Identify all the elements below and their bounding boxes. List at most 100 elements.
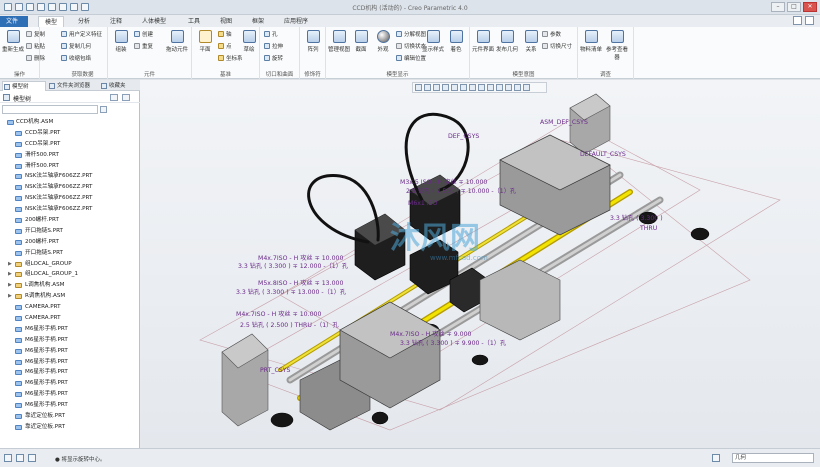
tree-item[interactable]: M6星形手柄.PRT: [0, 335, 140, 346]
point-button[interactable]: 点: [218, 42, 232, 50]
tree-item[interactable]: 200螺杆.PRT: [0, 215, 140, 226]
paste-button[interactable]: 粘贴: [26, 42, 45, 50]
tree-item[interactable]: M6星形手柄.PRT: [0, 367, 140, 378]
view-manager-icon[interactable]: [469, 84, 476, 91]
tab-framework[interactable]: 框架: [246, 16, 270, 27]
tree-item[interactable]: 开口拖链S.PRT: [0, 248, 140, 259]
section-button[interactable]: 截面: [350, 30, 372, 53]
tab-model[interactable]: 模型: [38, 16, 65, 27]
tree-item[interactable]: 靠近定位板.PRT: [0, 422, 140, 433]
perspective-icon[interactable]: [478, 84, 485, 91]
tree-root[interactable]: CCD机构.ASM: [0, 117, 140, 128]
drag-component-button[interactable]: 拖动元件: [166, 30, 188, 53]
tree-item[interactable]: ▶ L调焦机构.ASM: [0, 280, 140, 291]
component-interface-button[interactable]: 元件界面: [472, 30, 494, 53]
hole-button[interactable]: 孔: [264, 30, 278, 38]
copy-geometry-button[interactable]: 复制几何: [61, 42, 91, 50]
plane-button[interactable]: 平面: [194, 30, 216, 53]
tree-item[interactable]: M6星形手柄.PRT: [0, 346, 140, 357]
tree-search-input[interactable]: [2, 105, 98, 114]
udf-button[interactable]: 用户定义特征: [61, 30, 102, 38]
tree-item[interactable]: 开口拖链S.PRT: [0, 226, 140, 237]
tree-item[interactable]: M6星形手柄.PRT: [0, 378, 140, 389]
shrinkwrap-button[interactable]: 收缩包络: [61, 54, 91, 62]
parameters-button[interactable]: 参数: [542, 30, 561, 38]
appearance-button[interactable]: 外观: [372, 30, 394, 53]
toggle-browser-icon[interactable]: [16, 454, 24, 462]
tree-item[interactable]: NSK法兰轴承F606ZZ.PRT: [0, 182, 140, 193]
csys-button[interactable]: 坐标系: [218, 54, 243, 62]
saved-views-icon[interactable]: [460, 84, 467, 91]
shaded-button[interactable]: 着色: [445, 30, 467, 53]
tab-tools[interactable]: 工具: [182, 16, 206, 27]
copy-button[interactable]: 复制: [26, 30, 45, 38]
tree-filter-icon[interactable]: [122, 94, 130, 101]
spin-center-icon[interactable]: [505, 84, 512, 91]
expand-arrow-icon[interactable]: ▶: [8, 259, 13, 270]
datum-display-icon[interactable]: [487, 84, 494, 91]
search-icon[interactable]: [100, 106, 107, 113]
reference-viewer-button[interactable]: 参考查看器: [606, 30, 628, 61]
annotation-display-icon[interactable]: [496, 84, 503, 91]
tab-analysis[interactable]: 分析: [72, 16, 96, 27]
relations-button[interactable]: 关系: [520, 30, 542, 53]
help-icon[interactable]: [793, 16, 802, 25]
tree-item[interactable]: CCD吊架.PRT: [0, 139, 140, 150]
repeat-button[interactable]: 重复: [134, 42, 153, 50]
tree-item[interactable]: M6星形手柄.PRT: [0, 324, 140, 335]
tree-item[interactable]: NSK法兰轴承F606ZZ.PRT: [0, 193, 140, 204]
publish-geometry-button[interactable]: 发布几何: [496, 30, 518, 53]
tree-item[interactable]: ▶ R调焦机构.ASM: [0, 291, 140, 302]
expand-arrow-icon[interactable]: ▶: [8, 280, 13, 291]
tab-model-tree[interactable]: 模型树: [2, 81, 46, 91]
tab-annotate[interactable]: 注释: [104, 16, 128, 27]
switch-dimensions-button[interactable]: 切换尺寸: [542, 42, 572, 50]
extrude-button[interactable]: 拉伸: [264, 42, 283, 50]
create-button[interactable]: 创建: [134, 30, 153, 38]
sketcher-icon[interactable]: [523, 84, 530, 91]
display-style-icon[interactable]: [451, 84, 458, 91]
repaint-icon[interactable]: [442, 84, 449, 91]
display-style-button[interactable]: 显示样式: [422, 30, 444, 53]
delete-button[interactable]: 删除: [26, 54, 45, 62]
axis-button[interactable]: 轴: [218, 30, 232, 38]
zoom-out-icon[interactable]: [433, 84, 440, 91]
zoom-in-icon[interactable]: [424, 84, 431, 91]
tree-item[interactable]: CCD吊架.PRT: [0, 128, 140, 139]
assemble-button[interactable]: 组装: [110, 30, 132, 53]
manage-views-button[interactable]: 管理视图: [328, 30, 350, 53]
tree-item[interactable]: M6星形手柄.PRT: [0, 400, 140, 411]
expand-arrow-icon[interactable]: ▶: [8, 291, 13, 302]
tab-view[interactable]: 视图: [214, 16, 238, 27]
settings-icon[interactable]: [805, 16, 814, 25]
tab-file[interactable]: 文件: [0, 16, 28, 27]
revolve-button[interactable]: 旋转: [264, 54, 283, 62]
edit-position-button[interactable]: 编辑位置: [396, 54, 426, 62]
tree-item[interactable]: 滑杆500.PRT: [0, 150, 140, 161]
graphics-window[interactable]: M4x.7ISO - H 攻丝 ∓ 10.000 3.3 钻孔 ( 3.300 )…: [140, 80, 820, 448]
tab-applications[interactable]: 应用程序: [278, 16, 314, 27]
tab-folder-browser[interactable]: 文件夹浏览器: [48, 81, 98, 91]
pattern-button[interactable]: 阵列: [302, 30, 324, 53]
tree-item[interactable]: M6星形手柄.PRT: [0, 389, 140, 400]
bom-button[interactable]: 物料清单: [580, 30, 602, 53]
tree-item[interactable]: ▶ 组LOCAL_GROUP: [0, 259, 140, 270]
selection-filter-icon[interactable]: [712, 454, 720, 462]
sketch-button[interactable]: 草绘: [238, 30, 260, 53]
tree-item[interactable]: 200螺杆.PRT: [0, 237, 140, 248]
tree-item[interactable]: NSK法兰轴承F606ZZ.PRT: [0, 204, 140, 215]
tree-item[interactable]: 靠近定位板.PRT: [0, 411, 140, 422]
maximize-icon[interactable]: □: [787, 2, 801, 12]
toggle-navigator-icon[interactable]: [4, 454, 12, 462]
tree-settings-icon[interactable]: [110, 94, 118, 101]
close-icon[interactable]: ✕: [803, 2, 817, 12]
tree-item[interactable]: ▶ 组LOCAL_GROUP_1: [0, 269, 140, 280]
zoom-fit-icon[interactable]: [415, 84, 422, 91]
tab-manikin[interactable]: 人体模型: [136, 16, 172, 27]
expand-arrow-icon[interactable]: ▶: [8, 269, 13, 280]
minimize-icon[interactable]: –: [771, 2, 785, 12]
tree-item[interactable]: NSK法兰轴承F606ZZ.PRT: [0, 171, 140, 182]
pause-icon[interactable]: [514, 84, 521, 91]
tree-item[interactable]: M6星形手柄.PRT: [0, 357, 140, 368]
assembly-model[interactable]: M4x.7ISO - H 攻丝 ∓ 10.0003.3 钻孔 ( 3.300 )…: [140, 80, 820, 448]
